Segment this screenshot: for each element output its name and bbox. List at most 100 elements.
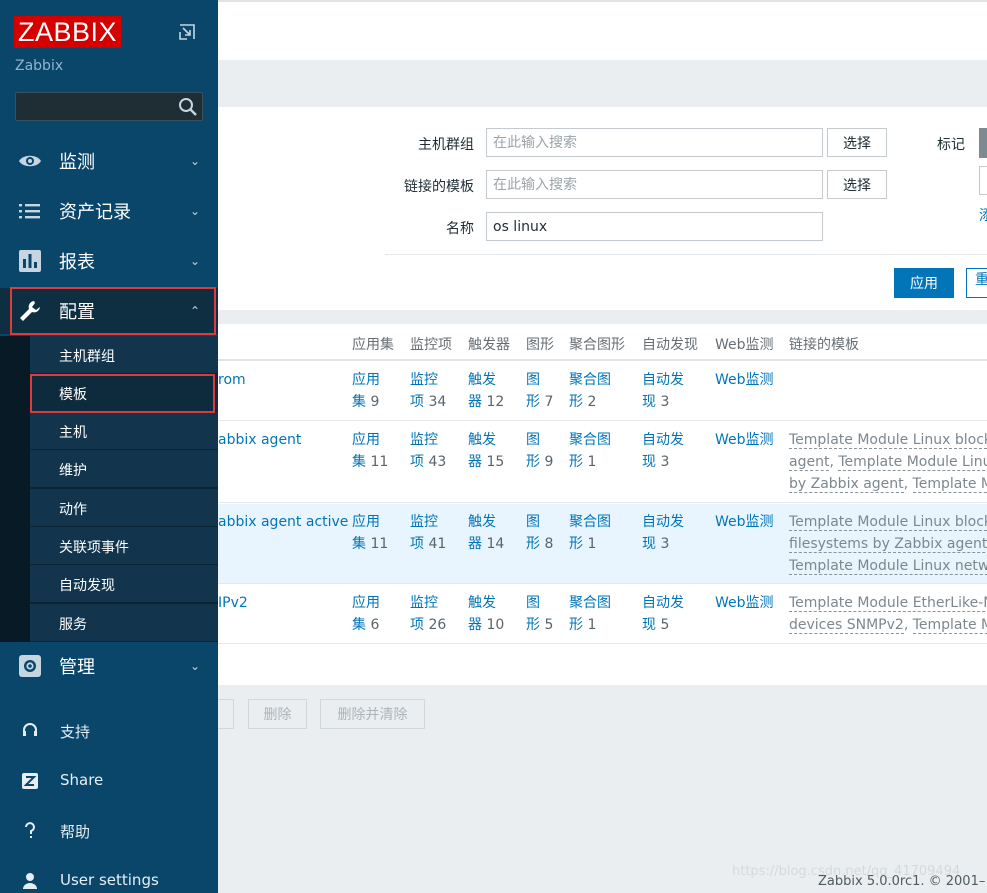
items-link[interactable]: 监控项 43 xyxy=(410,429,446,473)
linked-templates-input[interactable] xyxy=(486,170,823,199)
host-groups-select-button[interactable]: 选择 xyxy=(827,128,887,157)
collapse-sidebar-icon[interactable] xyxy=(178,23,196,41)
eye-icon xyxy=(19,155,41,167)
apply-button[interactable]: 应用 xyxy=(894,268,954,298)
name-input[interactable] xyxy=(486,212,823,241)
screens-link[interactable]: 聚合图形 1 xyxy=(569,511,611,555)
menu-label: 报表 xyxy=(59,252,95,273)
submenu-item-discovery[interactable]: 自动发现 xyxy=(30,565,218,603)
column-header[interactable]: 监控项 xyxy=(410,334,452,354)
column-header[interactable]: 自动发现 xyxy=(642,334,698,354)
host-groups-label: 主机群组 xyxy=(418,137,474,153)
linked-template-link[interactable]: filesystems by Zabbix agent a xyxy=(789,536,987,553)
linked-template-link[interactable]: Template Module EtherLike-M xyxy=(789,595,987,612)
items-link[interactable]: 监控项 26 xyxy=(410,592,446,636)
applications-link[interactable]: 应用集 11 xyxy=(352,511,388,555)
chevron-down-icon: ⌄ xyxy=(190,254,201,268)
screens-link[interactable]: 聚合图形 1 xyxy=(569,429,611,473)
chevron-down-icon: ⌄ xyxy=(190,154,201,168)
web-link[interactable]: Web监测 xyxy=(715,592,774,614)
linked-templates-label: 链接的模板 xyxy=(404,179,474,195)
menu-label: 管理 xyxy=(59,657,95,678)
share-link[interactable]: Share xyxy=(0,759,218,803)
tag-operator-toggle[interactable] xyxy=(979,128,987,158)
template-name-link[interactable]: IPv2 xyxy=(218,592,248,614)
web-link[interactable]: Web监测 xyxy=(715,511,774,533)
submenu-item-actions[interactable]: 动作 xyxy=(30,489,218,527)
headset-icon xyxy=(23,723,37,736)
search-icon[interactable] xyxy=(178,97,198,117)
footer-version: Zabbix 5.0.0rc1. © 2001– xyxy=(818,874,986,889)
linked-template-link[interactable]: Template Module Linux block xyxy=(789,432,987,449)
linked-template-link[interactable]: Template M xyxy=(912,617,987,634)
user-settings-link[interactable]: User settings xyxy=(0,859,218,893)
applications-link[interactable]: 应用集 9 xyxy=(352,369,380,413)
web-link[interactable]: Web监测 xyxy=(715,369,774,391)
items-link[interactable]: 监控项 34 xyxy=(410,369,446,413)
template-name-link[interactable]: rom xyxy=(218,369,246,391)
menu-administration[interactable]: 管理 ⌄ xyxy=(0,643,218,689)
menu-label: 资产记录 xyxy=(59,202,131,223)
delete-and-clear-button[interactable]: 删除并清除 xyxy=(320,699,425,729)
template-name-link[interactable]: abbix agent xyxy=(218,429,301,451)
chevron-down-icon: ⌄ xyxy=(190,204,201,218)
submenu-item-correlation[interactable]: 关联项事件 xyxy=(30,527,218,565)
share-z-icon xyxy=(22,773,38,789)
menu-label: 监测 xyxy=(59,152,95,173)
applications-link[interactable]: 应用集 11 xyxy=(352,429,388,473)
submenu-item-services[interactable]: 服务 xyxy=(30,604,218,642)
triggers-link[interactable]: 触发器 14 xyxy=(468,511,504,555)
template-name-link[interactable]: abbix agent active xyxy=(218,511,348,533)
discovery-link[interactable]: 自动发现 3 xyxy=(642,369,684,413)
triggers-link[interactable]: 触发器 15 xyxy=(468,429,504,473)
items-link[interactable]: 监控项 41 xyxy=(410,511,446,555)
menu-inventory[interactable]: 资产记录 ⌄ xyxy=(0,188,218,234)
menu-reports[interactable]: 报表 ⌄ xyxy=(0,238,218,284)
linked-template-link[interactable]: Template Module Linux block xyxy=(789,514,987,531)
submenu-item-host-groups[interactable]: 主机群组 xyxy=(30,336,218,374)
submenu-item-maintenance[interactable]: 维护 xyxy=(30,450,218,488)
name-label: 名称 xyxy=(446,221,474,237)
delete-button[interactable]: 删除 xyxy=(248,699,307,729)
graphs-link[interactable]: 图形 9 xyxy=(526,429,553,473)
list-icon xyxy=(19,204,40,219)
discovery-link[interactable]: 自动发现 5 xyxy=(642,592,684,636)
graphs-link[interactable]: 图形 8 xyxy=(526,511,553,555)
tag-input[interactable] xyxy=(979,166,987,195)
applications-link[interactable]: 应用集 6 xyxy=(352,592,380,636)
reset-button[interactable]: 重 xyxy=(966,268,987,298)
web-link[interactable]: Web监测 xyxy=(715,429,774,451)
linked-templates-select-button[interactable]: 选择 xyxy=(827,170,887,199)
linked-template-link[interactable]: by Zabbix agent xyxy=(789,476,904,493)
linked-template-link[interactable]: Template Module Linux netwo xyxy=(789,558,987,575)
screens-link[interactable]: 聚合图形 2 xyxy=(569,369,611,413)
graphs-link[interactable]: 图形 5 xyxy=(526,592,553,636)
zabbix-logo[interactable]: ZABBIX xyxy=(14,16,122,48)
column-header[interactable]: 链接的模板 xyxy=(789,334,859,354)
column-header[interactable]: 图形 xyxy=(526,334,554,354)
column-header[interactable]: Web监测 xyxy=(715,334,774,354)
column-header[interactable]: 聚合图形 xyxy=(569,334,625,354)
help-link[interactable]: 帮助 xyxy=(0,809,218,853)
screens-link[interactable]: 聚合图形 1 xyxy=(569,592,611,636)
support-link[interactable]: 支持 xyxy=(0,709,218,753)
graphs-link[interactable]: 图形 7 xyxy=(526,369,553,413)
tag-add-link[interactable]: 添 xyxy=(979,205,987,225)
linked-templates-list: Template Module Linux block filesystems … xyxy=(789,511,987,577)
user-icon xyxy=(23,873,37,889)
submenu-item-hosts[interactable]: 主机 xyxy=(30,412,218,450)
highlight-annotation xyxy=(30,374,215,413)
triggers-link[interactable]: 触发器 10 xyxy=(468,592,504,636)
discovery-link[interactable]: 自动发现 3 xyxy=(642,511,684,555)
host-groups-input[interactable] xyxy=(486,128,823,157)
linked-template-link[interactable]: Template Mo xyxy=(912,476,987,493)
linked-template-link[interactable]: agent xyxy=(789,454,830,471)
column-header[interactable]: 应用集 xyxy=(352,334,394,354)
discovery-link[interactable]: 自动发现 3 xyxy=(642,429,684,473)
linked-template-link[interactable]: devices SNMPv2 xyxy=(789,617,904,634)
triggers-link[interactable]: 触发器 12 xyxy=(468,369,504,413)
menu-monitoring[interactable]: 监测 ⌄ xyxy=(0,138,218,184)
sidebar-search-input[interactable] xyxy=(15,92,203,121)
column-header[interactable]: 触发器 xyxy=(468,334,510,354)
linked-template-link[interactable]: Template Module Linux xyxy=(838,454,987,471)
